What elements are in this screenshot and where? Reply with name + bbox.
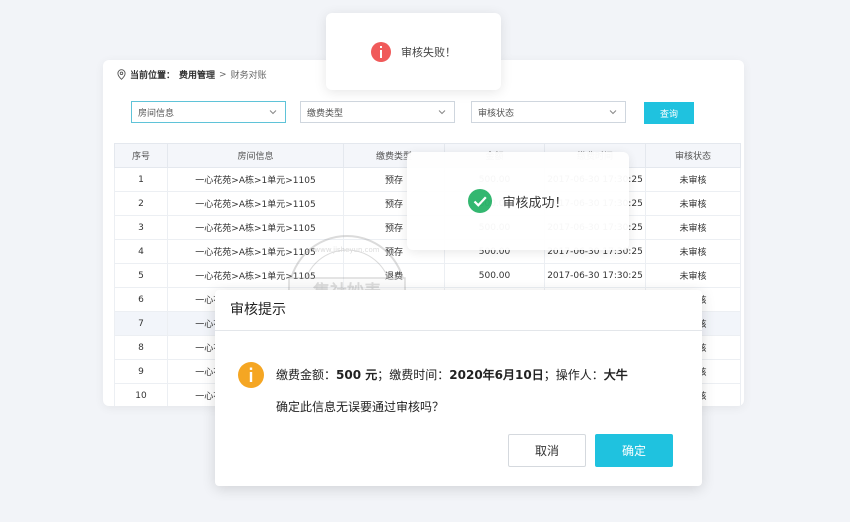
chevron-down-icon — [609, 110, 617, 115]
header-status: 审核状态 — [645, 143, 741, 168]
amount-label: 缴费金额： — [276, 368, 337, 382]
dialog-detail-line: 缴费金额：500 元；缴费时间：2020年6月10日；操作人：大牛 — [276, 366, 628, 383]
audit-fail-text: 审核失败！ — [401, 45, 456, 59]
operator-value: 大牛 — [603, 368, 628, 382]
cell-room: 一心花苑>A栋>1单元>1105 — [167, 167, 344, 192]
breadcrumb-current: 财务对账 — [230, 71, 267, 81]
dialog-question: 确定此信息无误要通过审核吗？ — [276, 400, 445, 414]
chevron-down-icon — [438, 110, 446, 115]
dialog-divider — [215, 330, 702, 331]
success-check-icon — [468, 189, 493, 213]
amount-value: 500 元 — [336, 368, 378, 382]
breadcrumb-prefix: 当前位置： — [130, 71, 176, 81]
room-info-placeholder: 房间信息 — [138, 108, 175, 119]
audit-success-text: 审核成功！ — [502, 195, 568, 211]
audit-status-select[interactable]: 审核状态 — [471, 101, 626, 123]
confirm-button[interactable]: 确定 — [595, 434, 673, 467]
warning-info-icon — [238, 362, 264, 388]
header-no: 序号 — [114, 143, 168, 168]
dialog-title: 审核提示 — [230, 302, 286, 318]
cell-amount: 500.00 — [444, 263, 545, 288]
fee-type-select[interactable]: 缴费类型 — [300, 101, 455, 123]
cell-time: 2017-06-30 17:30:25 — [544, 263, 646, 288]
cell-no: 3 — [114, 215, 168, 240]
room-info-select[interactable]: 房间信息 — [131, 101, 286, 123]
time-label: ；缴费时间： — [377, 368, 450, 382]
cell-status: 未审核 — [645, 263, 741, 288]
breadcrumb-separator: > — [219, 69, 227, 80]
cell-no: 5 — [114, 263, 168, 288]
cell-no: 10 — [114, 383, 168, 406]
cell-room: 一心花苑>A栋>1单元>1105 — [167, 191, 344, 216]
audit-status-placeholder: 审核状态 — [478, 108, 515, 119]
audit-fail-toast: 审核失败！ — [326, 13, 501, 90]
audit-confirm-dialog: 审核提示 缴费金额：500 元；缴费时间：2020年6月10日；操作人：大牛 确… — [215, 290, 702, 486]
cell-no: 7 — [114, 311, 168, 336]
svg-text:www.jisheyun.com: www.jisheyun.com — [314, 246, 379, 254]
cell-no: 2 — [114, 191, 168, 216]
cell-status: 未审核 — [645, 191, 741, 216]
fee-type-placeholder: 缴费类型 — [307, 108, 344, 119]
cell-status: 未审核 — [645, 215, 741, 240]
cell-no: 6 — [114, 287, 168, 312]
cell-status: 未审核 — [645, 239, 741, 264]
breadcrumb: 当前位置： 费用管理 > 财务对账 — [117, 68, 267, 81]
cell-no: 8 — [114, 335, 168, 360]
cell-no: 9 — [114, 359, 168, 384]
audit-success-toast: 审核成功！ — [407, 152, 629, 250]
cell-status: 未审核 — [645, 167, 741, 192]
cancel-button[interactable]: 取消 — [508, 434, 586, 467]
table-row[interactable]: 5 一心花苑>A栋>1单元>1105 退费 500.00 2017-06-30 17:3… — [114, 263, 741, 288]
cell-no: 1 — [114, 167, 168, 192]
breadcrumb-section[interactable]: 费用管理 — [179, 68, 215, 81]
query-button[interactable]: 查询 — [644, 102, 694, 124]
time-value: 2020年6月10日 — [449, 368, 544, 382]
cell-no: 4 — [114, 239, 168, 264]
header-room: 房间信息 — [167, 143, 344, 168]
error-icon — [371, 41, 391, 62]
location-pin-icon — [117, 69, 126, 80]
chevron-down-icon — [269, 110, 277, 115]
operator-label: ；操作人： — [543, 368, 604, 382]
